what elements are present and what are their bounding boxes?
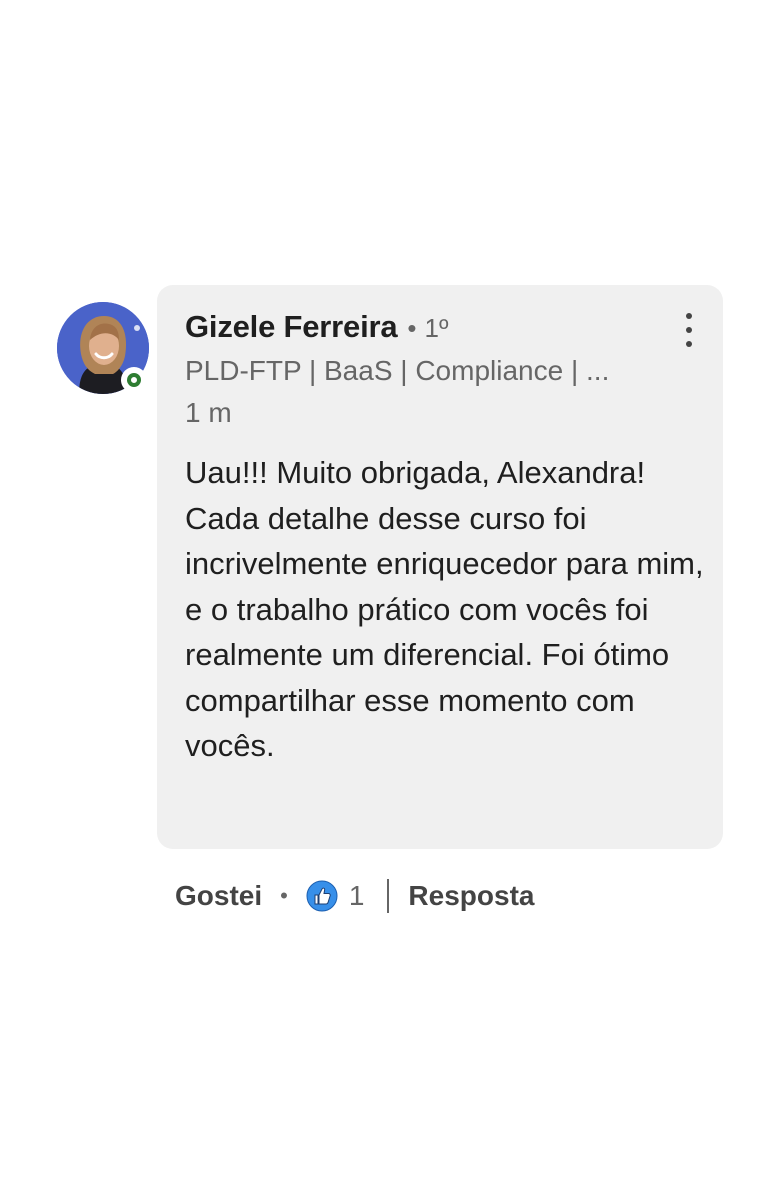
reaction-count[interactable]: 1 <box>349 880 365 912</box>
like-button[interactable]: Gostei <box>175 880 262 912</box>
degree-separator: • <box>407 313 417 343</box>
author-headline: PLD-FTP | BaaS | Compliance | ... <box>185 355 610 386</box>
connection-degree: 1º <box>424 313 449 343</box>
comment-bubble: Gizele Ferreira • 1º PLD-FTP | BaaS | Co… <box>157 285 723 849</box>
like-reaction-icon[interactable] <box>306 880 338 912</box>
comment-actions: Gostei • 1 Resposta <box>175 876 534 916</box>
more-vertical-icon-dot <box>686 327 692 333</box>
more-vertical-icon <box>686 313 692 319</box>
more-vertical-icon-dot <box>686 341 692 347</box>
comment-timestamp: 1 m <box>185 397 232 428</box>
action-divider <box>387 879 390 913</box>
more-options-button[interactable] <box>681 313 697 347</box>
online-status-indicator <box>121 367 147 393</box>
comment-text: Uau!!! Muito obrigada, Alexandra! Cada d… <box>185 455 704 763</box>
action-separator: • <box>280 883 288 908</box>
reply-button[interactable]: Resposta <box>408 880 534 912</box>
author-name[interactable]: Gizele Ferreira <box>185 309 398 345</box>
online-dot-icon <box>127 373 141 387</box>
author-row: Gizele Ferreira • 1º <box>185 309 448 345</box>
